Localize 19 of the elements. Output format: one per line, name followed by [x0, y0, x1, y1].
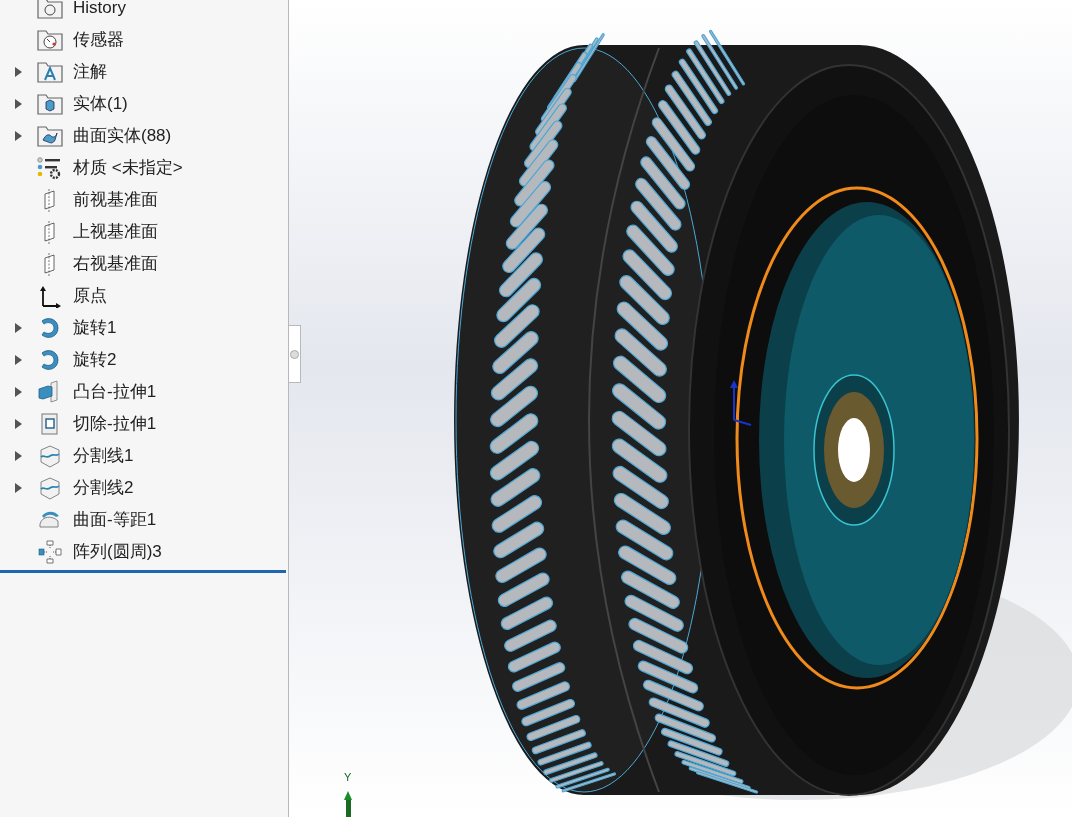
tree-item-label[interactable]: 右视基准面	[73, 251, 158, 277]
tree-item-label[interactable]: 分割线1	[73, 443, 134, 469]
tree-item-label[interactable]: 上视基准面	[73, 219, 158, 245]
tree-item-label[interactable]: History	[73, 0, 126, 21]
tree-item-label[interactable]: 原点	[73, 283, 107, 309]
tree-item-label[interactable]: 切除-拉伸1	[73, 411, 157, 437]
tree-item-label[interactable]: 注解	[73, 59, 107, 85]
tree-item-label[interactable]: 曲面实体(88)	[73, 123, 172, 149]
tree-item-label[interactable]: 分割线2	[73, 475, 134, 501]
tree-item-label[interactable]: 曲面-等距1	[73, 507, 157, 533]
tree-item-label[interactable]: 传感器	[73, 27, 124, 53]
tree-item-label[interactable]: 阵列(圆周)3	[73, 539, 162, 565]
tree-item-label[interactable]: 旋转1	[73, 315, 117, 341]
tree-item-label[interactable]: 材质 <未指定>	[73, 155, 183, 181]
tree-item-label[interactable]: 凸台-拉伸1	[73, 379, 157, 405]
tree-item-label[interactable]: 前视基准面	[73, 187, 158, 213]
tree-item-label[interactable]: 实体(1)	[73, 91, 128, 117]
axis-label: Y	[344, 772, 352, 783]
tree-item-label[interactable]: 旋转2	[73, 347, 117, 373]
